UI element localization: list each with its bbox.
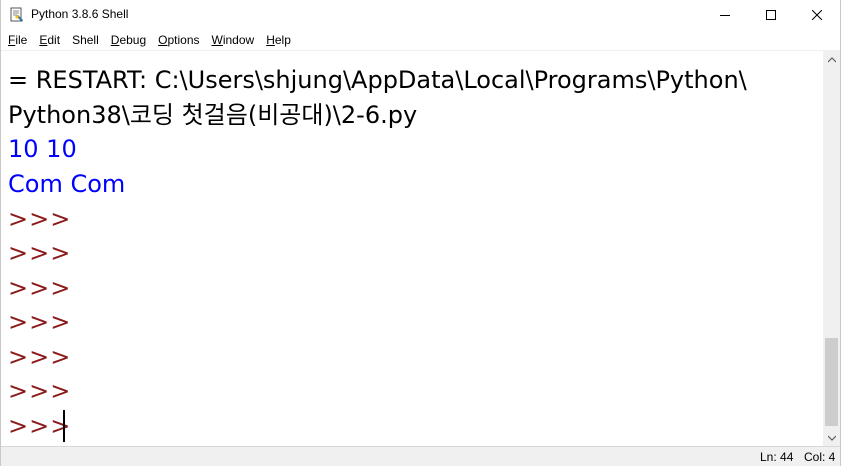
shell-prompt: >>>	[8, 377, 72, 405]
menu-shell-accel: S	[72, 33, 81, 47]
output-line-1: 10 10	[8, 135, 77, 163]
maximize-icon	[766, 10, 776, 20]
status-column-number: Col: 4	[804, 450, 836, 464]
menu-shell-label: hell	[80, 33, 99, 47]
menu-file-label: ile	[15, 33, 28, 47]
scroll-up-icon	[827, 56, 836, 62]
output-line-2: Com Com	[8, 170, 126, 198]
shell-text-area[interactable]: = RESTART: C:\Users\shjung\AppData\Local…	[1, 51, 823, 446]
title-bar[interactable]: Python 3.8.6 Shell	[1, 0, 840, 30]
scroll-thumb[interactable]	[825, 338, 838, 426]
menu-window-accel: W	[211, 33, 223, 47]
menu-help[interactable]: Help	[259, 30, 296, 50]
close-icon	[812, 10, 822, 20]
scroll-down-icon	[827, 435, 836, 441]
close-button[interactable]	[794, 0, 840, 30]
text-cursor	[63, 410, 65, 442]
maximize-button[interactable]	[748, 0, 794, 30]
restart-line-2: Python38\코딩 첫걸음(비공대)\2-6.py	[8, 101, 418, 129]
status-bar: Ln: 44 Col: 4	[1, 446, 840, 466]
shell-prompt: >>>	[8, 239, 72, 267]
vertical-scrollbar[interactable]	[823, 51, 840, 446]
shell-prompt: >>>	[8, 308, 72, 336]
shell-prompt-active: >>>	[8, 412, 72, 440]
scroll-down-button[interactable]	[823, 429, 840, 446]
menu-help-accel: H	[266, 33, 275, 47]
menu-help-label: elp	[274, 33, 291, 47]
menu-debug[interactable]: Debug	[104, 30, 151, 50]
menu-debug-label: ebug	[119, 33, 147, 47]
menu-bar: File Edit Shell Debug Options Window Hel…	[1, 30, 840, 50]
window-title: Python 3.8.6 Shell	[31, 7, 129, 21]
scroll-up-button[interactable]	[823, 51, 840, 68]
menu-window[interactable]: Window	[205, 30, 260, 50]
minimize-button[interactable]	[702, 0, 748, 30]
menu-shell[interactable]: Shell	[65, 30, 104, 50]
shell-prompt: >>>	[8, 343, 72, 371]
menu-options[interactable]: Options	[151, 30, 204, 50]
status-line-number: Ln: 44	[760, 450, 794, 464]
restart-line-1: = RESTART: C:\Users\shjung\AppData\Local…	[8, 66, 747, 94]
minimize-icon	[720, 15, 730, 16]
idle-shell-window: Python 3.8.6 Shell File Edit Shell Debug…	[0, 0, 841, 466]
shell-prompt: >>>	[8, 205, 72, 233]
menu-edit-label: dit	[47, 33, 61, 47]
shell-prompt: >>>	[8, 274, 72, 302]
python-idle-icon	[10, 7, 23, 22]
menu-file[interactable]: File	[1, 30, 32, 50]
menu-edit[interactable]: Edit	[32, 30, 65, 50]
menu-window-label: indow	[222, 33, 255, 47]
menu-options-label: ptions	[167, 33, 200, 47]
